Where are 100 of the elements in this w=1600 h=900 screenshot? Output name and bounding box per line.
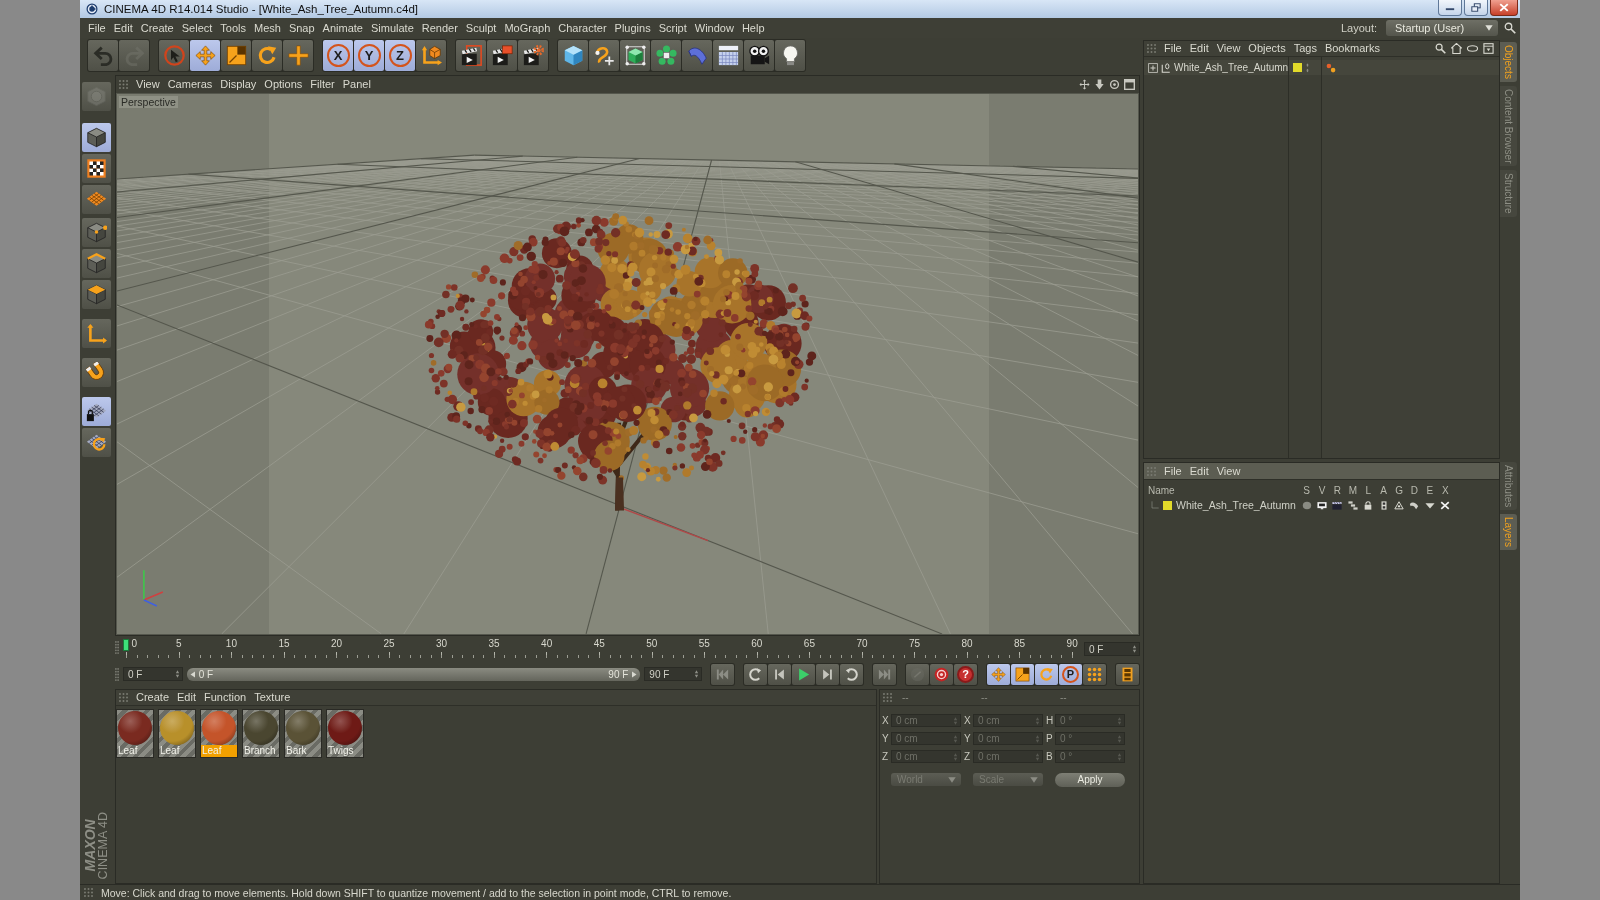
menu-item[interactable]: Display: [216, 77, 261, 92]
left-triangle-icon[interactable]: [189, 670, 196, 678]
coordinate-system-button[interactable]: [416, 40, 446, 71]
light-button[interactable]: [775, 40, 805, 71]
menu-item[interactable]: Function: [200, 690, 251, 705]
grip-icon[interactable]: [115, 641, 119, 654]
grip-icon[interactable]: [84, 888, 93, 897]
render-view-button[interactable]: [456, 40, 486, 71]
menu-item[interactable]: Sculpt: [461, 20, 501, 36]
menu-item[interactable]: Character: [554, 20, 611, 36]
z-axis-button[interactable]: Z: [385, 40, 415, 71]
menu-item[interactable]: Render: [417, 20, 462, 36]
menu-item[interactable]: Edit: [1185, 463, 1213, 479]
spinner-icon[interactable]: [694, 670, 699, 678]
menu-item[interactable]: View: [132, 77, 164, 92]
menu-item[interactable]: Options: [260, 77, 307, 92]
axis-mode-button[interactable]: [82, 319, 111, 348]
planar-workplane-button[interactable]: [82, 428, 111, 457]
grip-icon[interactable]: [115, 667, 119, 681]
menu-item[interactable]: Create: [132, 690, 174, 705]
menu-item[interactable]: Tools: [216, 20, 250, 36]
menu-item[interactable]: Filter: [306, 77, 339, 92]
paired-dots-icon[interactable]: [1326, 62, 1336, 73]
menu-item[interactable]: Tags: [1289, 41, 1321, 56]
menu-item[interactable]: View: [1212, 463, 1245, 479]
floor-button[interactable]: [713, 40, 743, 71]
next-frame-button[interactable]: [816, 663, 839, 685]
restore-button[interactable]: [1464, 0, 1488, 16]
start-frame-field[interactable]: 0 F: [123, 667, 183, 681]
model-mode-button[interactable]: [82, 123, 111, 152]
menu-item[interactable]: Help: [737, 20, 769, 36]
triangle-icon[interactable]: [1394, 500, 1405, 510]
go-to-start-button[interactable]: [711, 663, 734, 685]
keyframe-selection-button[interactable]: ?: [954, 663, 977, 685]
edges-mode-button[interactable]: [82, 249, 111, 278]
maximize-icon[interactable]: [1124, 79, 1135, 90]
menu-item[interactable]: Edit: [173, 690, 200, 705]
points-mode-button[interactable]: [82, 218, 111, 247]
lock-icon[interactable]: [1363, 500, 1374, 510]
menu-item[interactable]: Cameras: [163, 77, 217, 92]
previous-frame-button[interactable]: [768, 663, 791, 685]
undo-button[interactable]: [88, 40, 118, 71]
scale-button[interactable]: [221, 40, 251, 71]
timeline-button[interactable]: [1116, 663, 1139, 685]
spinner-icon[interactable]: [174, 670, 180, 678]
polygons-mode-button[interactable]: [82, 280, 111, 309]
menu-item[interactable]: Texture: [250, 690, 295, 705]
minimize-button[interactable]: [1438, 0, 1462, 16]
render-settings-button[interactable]: [518, 40, 548, 71]
down-arrow-icon[interactable]: [1094, 79, 1105, 90]
previous-key-button[interactable]: [744, 663, 767, 685]
layer-swatch-icon[interactable]: [1163, 500, 1172, 510]
menu-item[interactable]: Snap: [284, 20, 319, 36]
menu-item[interactable]: Select: [177, 20, 217, 36]
end-frame-field[interactable]: 90 F: [644, 667, 702, 681]
dot-icon[interactable]: [1301, 500, 1312, 510]
search-icon[interactable]: [1435, 43, 1446, 54]
grip-icon[interactable]: [119, 80, 128, 89]
range-slider-track[interactable]: 0 F 90 F: [186, 667, 641, 681]
cloner-button[interactable]: [651, 40, 681, 71]
camera-button[interactable]: [744, 40, 774, 71]
expand-icon[interactable]: [1148, 62, 1158, 73]
live-selection-button[interactable]: [159, 40, 189, 71]
current-frame-field[interactable]: 0 F: [1084, 642, 1140, 656]
layout-dropdown[interactable]: Startup (User): [1386, 20, 1498, 36]
grip-icon[interactable]: [1147, 44, 1156, 53]
snap-button[interactable]: [82, 358, 111, 387]
next-key-button[interactable]: [840, 663, 863, 685]
menu-item[interactable]: Panel: [338, 77, 375, 92]
x-mark-icon[interactable]: [1440, 500, 1451, 510]
menu-item[interactable]: Mesh: [250, 20, 285, 36]
texture-mode-button[interactable]: [82, 154, 111, 183]
material-swatch[interactable]: Twigs: [326, 709, 364, 758]
play-button[interactable]: [792, 663, 815, 685]
monitor-icon[interactable]: [1317, 500, 1328, 510]
grip-icon[interactable]: [883, 693, 892, 702]
y-axis-button[interactable]: Y: [354, 40, 384, 71]
panel-menu-icon[interactable]: [1483, 43, 1494, 54]
search-icon[interactable]: [1504, 22, 1516, 34]
point-level-button[interactable]: [1083, 663, 1106, 685]
x-axis-button[interactable]: X: [323, 40, 353, 71]
rotate-button[interactable]: [252, 40, 282, 71]
rotation-key-button[interactable]: [1035, 663, 1058, 685]
menu-item[interactable]: Plugins: [610, 20, 655, 36]
hierarchy-icon[interactable]: [1347, 500, 1358, 510]
menu-item[interactable]: MoGraph: [500, 20, 555, 36]
triangle-down-icon[interactable]: [1424, 500, 1435, 510]
grip-icon[interactable]: [1147, 466, 1156, 476]
subdivision-button[interactable]: [620, 40, 650, 71]
circle-dot-icon[interactable]: [1109, 79, 1120, 90]
spinner-icon[interactable]: [1132, 645, 1137, 653]
menu-item[interactable]: Bookmarks: [1320, 41, 1384, 56]
layer-name[interactable]: White_Ash_Tree_Autumn: [1176, 499, 1296, 511]
close-button[interactable]: [1490, 0, 1518, 16]
go-to-end-button[interactable]: [873, 663, 896, 685]
move-cross-icon[interactable]: [1079, 79, 1090, 90]
layer-swatch-icon[interactable]: [1293, 63, 1302, 72]
menu-item[interactable]: Simulate: [366, 20, 418, 36]
two-dots-icon[interactable]: [1305, 62, 1310, 73]
menu-item[interactable]: Objects: [1244, 41, 1290, 56]
